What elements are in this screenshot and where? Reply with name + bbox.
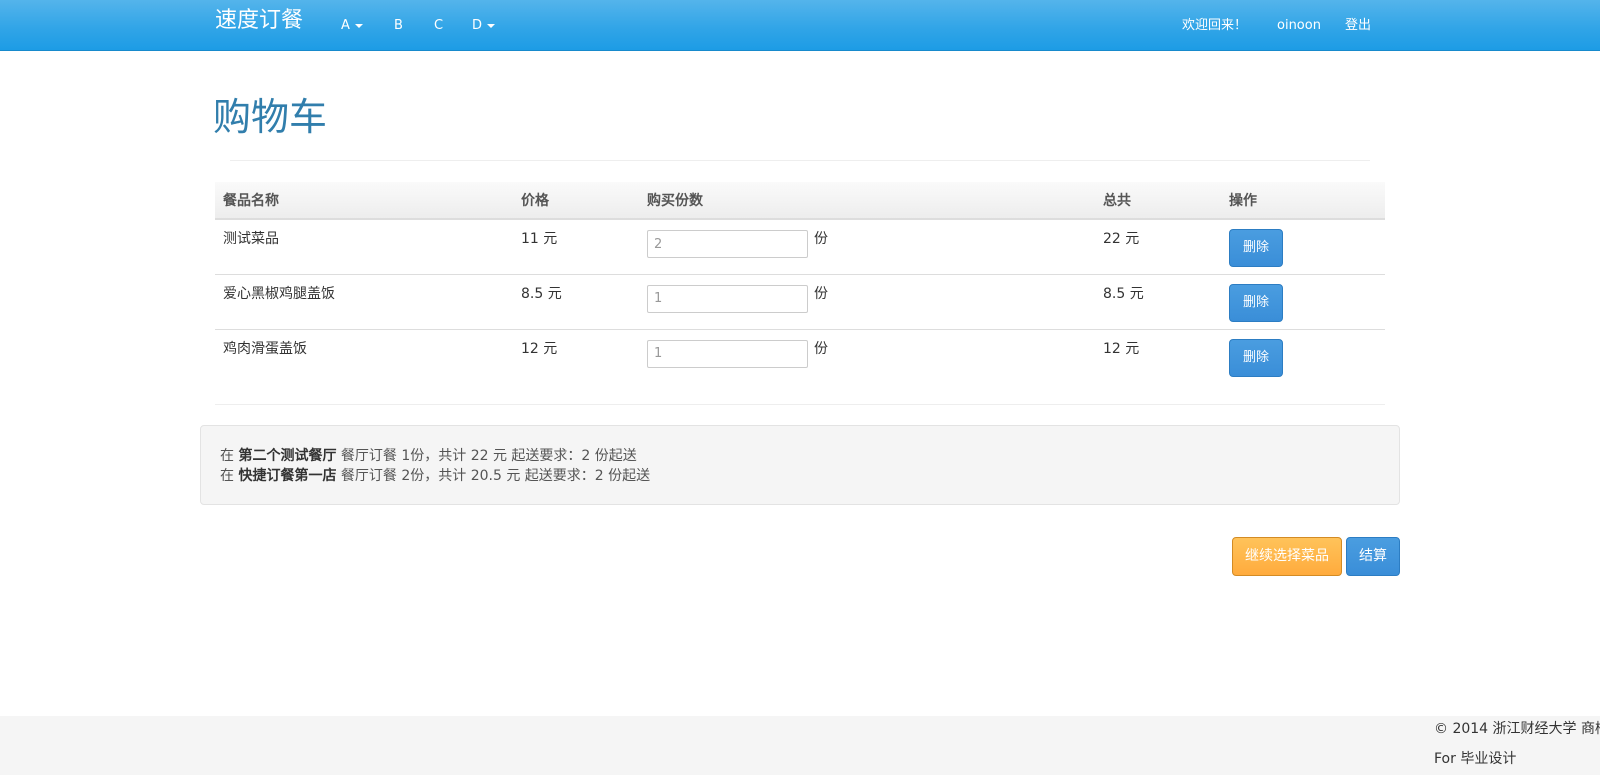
summary-restaurant: 第二个测试餐厅 (238, 448, 337, 464)
footer: © 2014 浙江财经大学 商楠 For 毕业设计 (0, 716, 1600, 775)
footer-copyright: © 2014 浙江财经大学 商楠 (1434, 721, 1600, 737)
row-total: 12 元 (1095, 328, 1221, 384)
chevron-down-icon (354, 23, 363, 28)
dish-name: 鸡肉滑蛋盖饭 (215, 328, 513, 384)
page-title: 购物车 (213, 95, 328, 139)
quantity-unit: 份 (814, 285, 828, 302)
dish-price: 11 元 (521, 231, 558, 247)
summary-detail: 餐厅订餐 1份，共计 22 元 起送要求：2 份起送 (340, 448, 637, 464)
quantity-input[interactable] (647, 284, 808, 313)
actions-cell: 删除 (1221, 219, 1385, 274)
dish-price: 8.5 元 (513, 273, 639, 329)
summary-prefix: 在 (220, 448, 234, 464)
header-dish-name: 餐品名称 (215, 182, 513, 220)
dish-price: 12 元 (513, 328, 639, 384)
brand-link[interactable]: 速度订餐 (215, 6, 303, 36)
header-quantity: 购买份数 (639, 182, 1095, 220)
actions-cell: 删除 (1221, 273, 1385, 329)
quantity-cell: 份 (639, 219, 1095, 274)
table-divider (215, 404, 1385, 405)
table-header-row: 餐品名称 价格 购买份数 总共 操作 (215, 182, 1385, 220)
row-total: 22 元 (1103, 231, 1140, 247)
header-total: 总共 (1095, 182, 1221, 220)
quantity-unit: 份 (814, 231, 828, 247)
nav-item-d-label: D (472, 18, 483, 33)
quantity-input[interactable] (647, 230, 808, 258)
summary-detail: 餐厅订餐 2份，共计 20.5 元 起送要求：2 份起送 (340, 468, 651, 484)
summary-prefix: 在 (220, 468, 234, 484)
summary-line: 在 快捷订餐第一店 餐厅订餐 2份，共计 20.5 元 起送要求：2 份起送 (220, 466, 1380, 486)
nav-item-b[interactable]: B (394, 17, 403, 35)
quantity-unit: 份 (814, 340, 828, 357)
table-row: 测试菜品 11 元 份 22 元 删除 (215, 219, 1385, 274)
delete-button[interactable]: 删除 (1229, 338, 1283, 377)
quantity-input[interactable] (647, 339, 808, 368)
title-divider (230, 160, 1370, 161)
nav-item-a[interactable]: A (341, 17, 363, 35)
table-row: 鸡肉滑蛋盖饭 12 元 份 12 元 删除 (215, 328, 1385, 384)
quantity-cell: 份 (639, 273, 1095, 329)
continue-shopping-button[interactable]: 继续选择菜品 (1232, 537, 1342, 576)
delete-button[interactable]: 删除 (1229, 283, 1283, 322)
nav-item-d[interactable]: D (472, 17, 496, 35)
top-navbar: 速度订餐 A B C D 欢迎回来！ oinoon 登出 (0, 0, 1600, 51)
row-total: 8.5 元 (1095, 273, 1221, 329)
checkout-button[interactable]: 结算 (1346, 537, 1400, 576)
header-actions: 操作 (1221, 182, 1385, 220)
order-summary: 在 第二个测试餐厅 餐厅订餐 1份，共计 22 元 起送要求：2 份起送 在 快… (200, 425, 1400, 505)
quantity-cell: 份 (639, 328, 1095, 384)
summary-line: 在 第二个测试餐厅 餐厅订餐 1份，共计 22 元 起送要求：2 份起送 (220, 446, 1380, 466)
actions-cell: 删除 (1221, 328, 1385, 384)
summary-restaurant: 快捷订餐第一店 (238, 468, 337, 484)
cart-table: 餐品名称 价格 购买份数 总共 操作 测试菜品 11 元 份 22 元 删除 爱… (215, 182, 1385, 384)
footer-note: For 毕业设计 (1434, 751, 1517, 767)
table-row: 爱心黑椒鸡腿盖饭 8.5 元 份 8.5 元 删除 (215, 273, 1385, 329)
delete-button[interactable]: 删除 (1229, 229, 1283, 267)
dish-name: 爱心黑椒鸡腿盖饭 (215, 273, 513, 329)
header-price: 价格 (513, 182, 639, 220)
username-link[interactable]: oinoon (1277, 17, 1321, 35)
welcome-text: 欢迎回来！ (1182, 18, 1248, 33)
nav-item-a-label: A (341, 18, 350, 33)
dish-name: 测试菜品 (223, 231, 279, 247)
nav-item-c[interactable]: C (434, 17, 443, 35)
logout-link[interactable]: 登出 (1345, 17, 1371, 35)
chevron-down-icon (487, 23, 496, 28)
